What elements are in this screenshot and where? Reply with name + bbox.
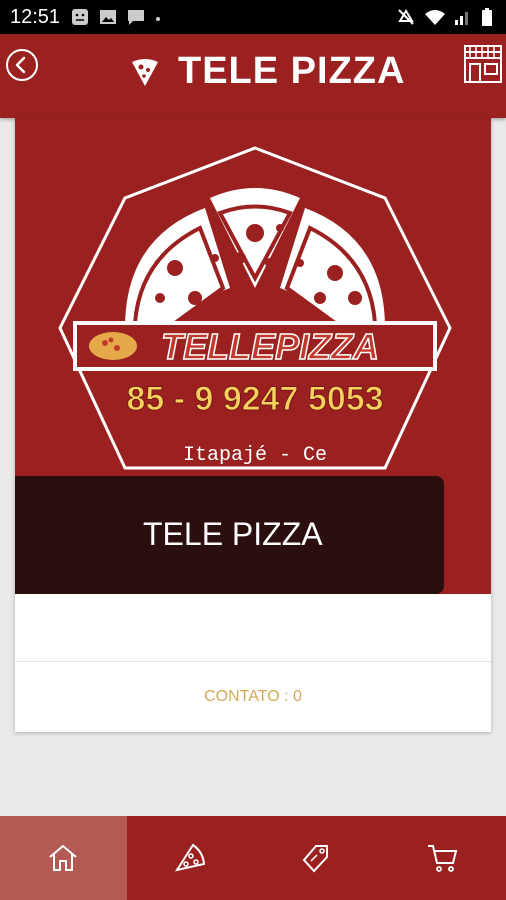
store-contact: CONTATO : 0 bbox=[204, 688, 302, 705]
wifi-icon bbox=[425, 10, 445, 25]
image-notification-icon bbox=[100, 10, 116, 24]
nav-pizza-menu[interactable] bbox=[127, 816, 254, 900]
logo-city-text: Itapajé - Ce bbox=[183, 444, 327, 467]
app-bar: TELE PIZZA bbox=[0, 34, 506, 118]
logo-brand-text: TELLEPIZZA bbox=[161, 326, 379, 367]
nav-coupons[interactable] bbox=[253, 816, 380, 900]
store-name: TELE PIZZA bbox=[143, 516, 323, 552]
coupon-tag-icon bbox=[302, 845, 329, 873]
system-icons bbox=[396, 7, 494, 27]
battery-icon bbox=[482, 8, 492, 26]
status-bar: 12:51 bbox=[0, 0, 506, 34]
card-divider bbox=[15, 661, 491, 662]
pizza-logo-icon bbox=[132, 58, 158, 86]
store-card[interactable]: TELLEPIZZA 85 - 9 9247 5053 Itapajé - Ce… bbox=[15, 118, 491, 732]
dot-notification-icon bbox=[156, 17, 160, 21]
tellepizza-logo: TELLEPIZZA 85 - 9 9247 5053 Itapajé - Ce bbox=[58, 146, 452, 470]
home-icon bbox=[49, 844, 77, 871]
signal-icon bbox=[455, 12, 468, 25]
mute-icon bbox=[398, 9, 414, 25]
logo-phone-text: 85 - 9 9247 5053 bbox=[126, 380, 383, 418]
back-button[interactable] bbox=[5, 48, 39, 82]
face-notification-icon bbox=[72, 9, 88, 25]
app-title-group: TELE PIZZA bbox=[130, 50, 405, 93]
status-time: 12:51 bbox=[10, 6, 61, 28]
message-notification-icon bbox=[128, 10, 144, 25]
store-icon[interactable] bbox=[462, 42, 504, 86]
nav-cart[interactable] bbox=[380, 816, 506, 900]
nav-home[interactable] bbox=[0, 816, 127, 900]
bottom-navigation bbox=[0, 816, 506, 900]
pizza-slice-icon bbox=[174, 843, 205, 872]
shopping-cart-icon bbox=[427, 845, 458, 872]
app-title: TELE PIZZA bbox=[178, 50, 406, 92]
notification-icons bbox=[70, 7, 162, 27]
